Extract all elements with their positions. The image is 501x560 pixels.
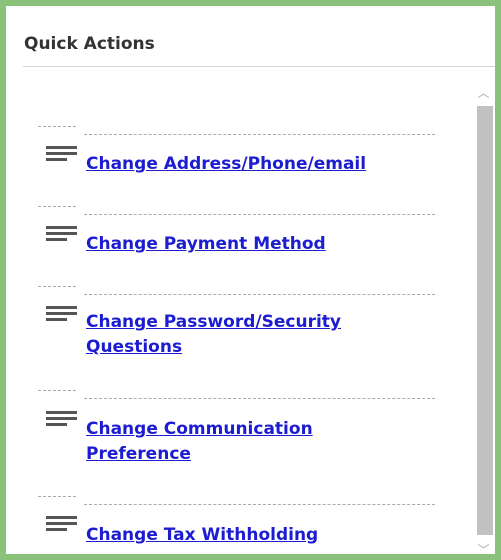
change-address-link[interactable]: Change Address/Phone/email <box>86 152 416 177</box>
change-tax-withholding-link[interactable]: Change Tax Withholding <box>86 523 416 548</box>
dashed-divider <box>38 126 76 127</box>
change-payment-method-link[interactable]: Change Payment Method <box>86 232 416 257</box>
dashed-divider <box>84 504 435 505</box>
scroll-up-icon[interactable]: ︿ <box>472 82 495 104</box>
dashed-divider <box>84 214 435 215</box>
scroll-down-icon[interactable]: ﹀ <box>472 539 495 554</box>
hamburger-menu-icon <box>46 226 77 243</box>
change-communication-preference-link[interactable]: Change Communication Preference <box>86 417 386 467</box>
hamburger-menu-icon <box>46 146 77 163</box>
dashed-divider <box>84 294 435 295</box>
dashed-divider <box>38 206 76 207</box>
quick-actions-panel: Quick Actions Change Address/Phone/email… <box>0 0 501 560</box>
dashed-divider <box>38 390 76 391</box>
dashed-divider <box>38 286 76 287</box>
panel-title: Quick Actions <box>24 34 155 54</box>
hamburger-menu-icon <box>46 306 77 323</box>
actions-scroll-area[interactable]: Change Address/Phone/email Change Paymen… <box>24 82 495 554</box>
dashed-divider <box>84 398 435 399</box>
dashed-divider <box>84 134 435 135</box>
scrollbar-thumb[interactable] <box>477 106 493 535</box>
vertical-scrollbar[interactable]: ︿ ﹀ <box>472 82 495 554</box>
hamburger-menu-icon <box>46 516 77 533</box>
dashed-divider <box>38 496 76 497</box>
hamburger-menu-icon <box>46 411 77 428</box>
title-divider <box>23 66 495 67</box>
change-password-link[interactable]: Change Password/Security Questions <box>86 310 406 360</box>
